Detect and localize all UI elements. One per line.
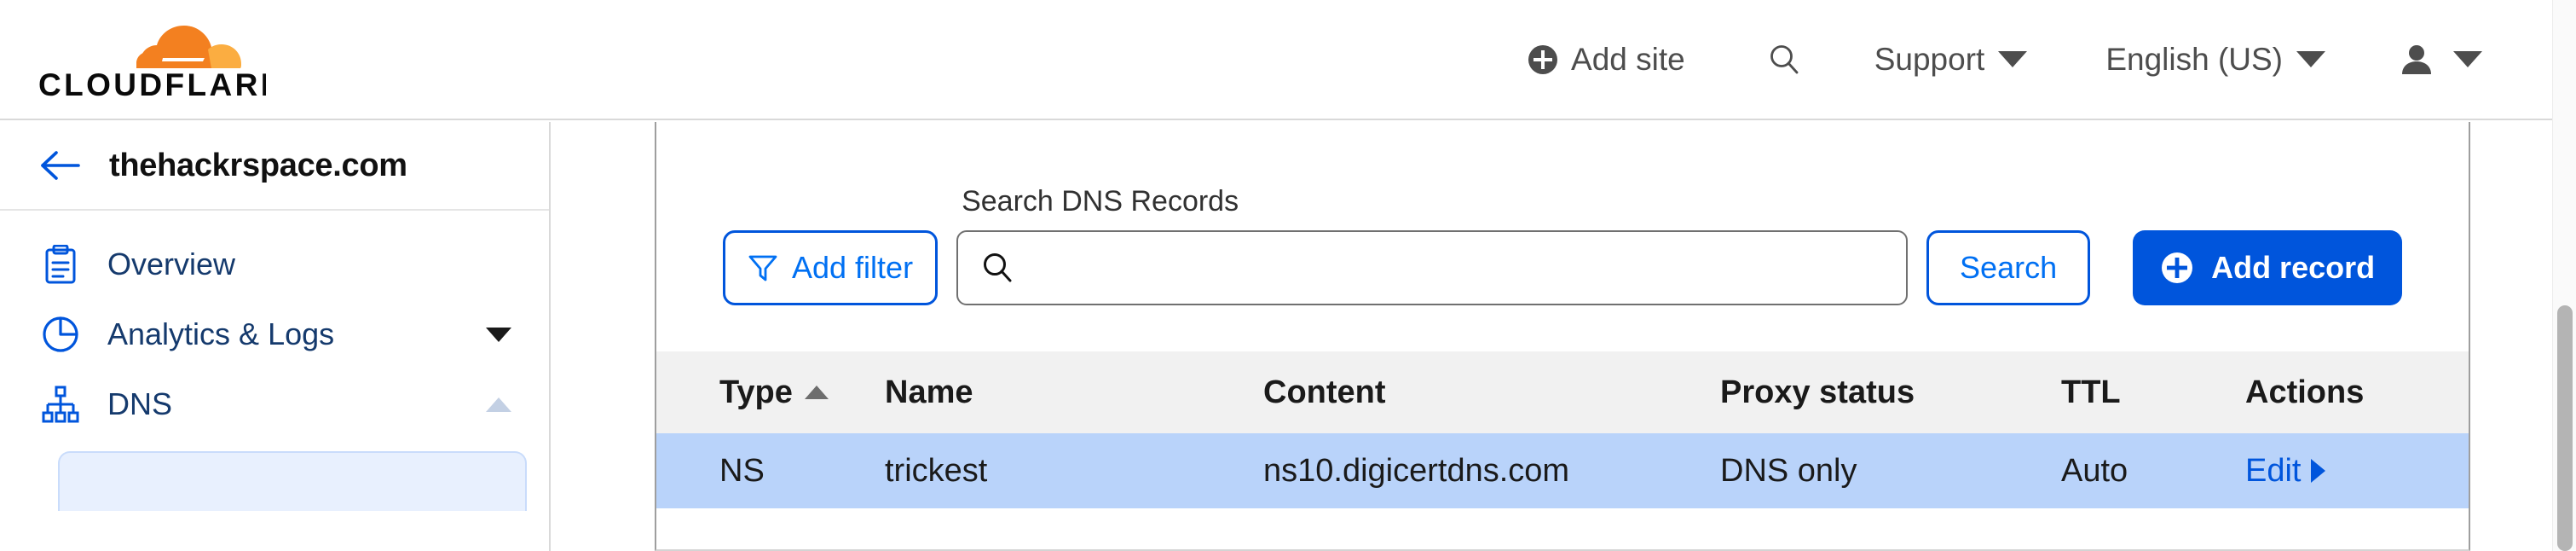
plus-circle-icon (1528, 44, 1558, 74)
dns-records-panel: Add filter Search DNS Records Search Add… (655, 122, 2470, 551)
clipboard-icon (41, 245, 80, 284)
chevron-down-icon (2296, 51, 2325, 67)
sidebar-item-overview[interactable]: Overview (0, 229, 549, 299)
sidebar-item-analytics-and-logs[interactable]: Analytics & Logs (0, 299, 549, 369)
sort-ascending-icon (804, 386, 829, 399)
add-record-label: Add record (2211, 250, 2376, 285)
chevron-down-icon[interactable] (486, 327, 511, 342)
language-menu[interactable]: English (US) (2066, 44, 2365, 75)
sidebar-item-label: Overview (107, 246, 236, 281)
column-header-actions: Actions (2245, 374, 2365, 410)
column-header-name[interactable]: Name (885, 351, 1263, 433)
arrow-left-icon[interactable] (38, 148, 84, 183)
dns-records-table: Type Name Content Proxy status TTL Actio… (656, 351, 2469, 508)
search-dns-records-label: Search DNS Records (962, 185, 1239, 218)
column-header-content[interactable]: Content (1263, 351, 1720, 433)
cell-actions: Edit (2245, 433, 2469, 508)
top-header-bar: CLOUDFLARE Add site Support English (US) (0, 0, 2552, 120)
top-navigation: Add site Support English (US) (1527, 42, 2482, 78)
search-dns-records-group: Search DNS Records (956, 185, 1909, 305)
add-filter-label: Add filter (792, 250, 914, 285)
table-header: Type Name Content Proxy status TTL Actio… (656, 351, 2469, 433)
cloudflare-logo-mark: CLOUDFLARE (38, 25, 266, 101)
search-button[interactable]: Search (1926, 230, 2091, 305)
user-account-menu[interactable] (2365, 42, 2482, 78)
add-site-button[interactable]: Add site (1527, 44, 1733, 76)
zone-header: thehackrspace.com (0, 122, 549, 211)
chevron-up-icon[interactable] (486, 397, 511, 412)
zone-name: thehackrspace.com (109, 147, 407, 183)
table-body: NS trickest ns10.digicertdns.com DNS onl… (656, 433, 2469, 508)
plus-circle-icon (2162, 252, 2193, 283)
page-scrollbar[interactable] (2552, 0, 2576, 551)
sidebar-item-label: Analytics & Logs (107, 316, 335, 351)
cell-proxy-status: DNS only (1720, 452, 1857, 489)
support-label: Support (1874, 42, 1985, 77)
sidebar-item-dns[interactable]: DNS (0, 369, 549, 439)
sidebar-item-label: DNS (107, 386, 173, 421)
sidebar: thehackrspace.com Overview Analytics & L… (0, 122, 551, 551)
table-header-row: Type Name Content Proxy status TTL Actio… (656, 351, 2469, 433)
person-icon (2402, 44, 2431, 74)
cell-ttl: Auto (2061, 452, 2128, 489)
dns-toolbar: Add filter Search DNS Records Search Add… (656, 122, 2469, 305)
chevron-right-icon (2311, 459, 2326, 483)
column-header-type[interactable]: Type (656, 351, 885, 433)
search-input[interactable] (958, 232, 1907, 304)
cloudflare-wordmark: CLOUDFLARE (38, 67, 266, 101)
search-icon (1770, 44, 1799, 73)
add-filter-button[interactable]: Add filter (723, 230, 939, 305)
column-header-proxy-status[interactable]: Proxy status (1720, 351, 2061, 433)
support-menu[interactable]: Support (1835, 44, 2067, 75)
column-header-ttl[interactable]: TTL (2061, 351, 2245, 433)
cloudflare-dns-page: CLOUDFLARE Add site Support English (US)… (0, 0, 2576, 551)
add-record-button[interactable]: Add record (2133, 230, 2403, 305)
page-scrollbar-thumb[interactable] (2557, 305, 2573, 551)
chevron-down-icon (1998, 51, 2028, 67)
funnel-icon (748, 255, 777, 281)
sidebar-nav-list: Overview Analytics & Logs DNS (0, 211, 549, 511)
table-row[interactable]: NS trickest ns10.digicertdns.com DNS onl… (656, 433, 2469, 508)
cloudflare-logo[interactable]: CLOUDFLARE (38, 22, 266, 101)
search-input-wrapper[interactable] (956, 230, 1909, 305)
language-label: English (US) (2105, 42, 2283, 77)
sidebar-subitem-records[interactable] (58, 451, 527, 511)
cell-type: NS (719, 452, 765, 489)
magnifier-icon (984, 253, 1012, 282)
header-search-button[interactable] (1733, 43, 1835, 77)
pie-chart-icon (41, 316, 80, 353)
cell-content: ns10.digicertdns.com (1263, 452, 1570, 489)
chevron-down-icon (2453, 51, 2482, 67)
sitemap-icon (41, 385, 80, 424)
cell-name: trickest (885, 452, 988, 489)
edit-label: Edit (2245, 452, 2302, 489)
add-site-label: Add site (1571, 42, 1685, 77)
column-header-label: Type (719, 374, 793, 410)
edit-record-button[interactable]: Edit (2245, 452, 2326, 490)
